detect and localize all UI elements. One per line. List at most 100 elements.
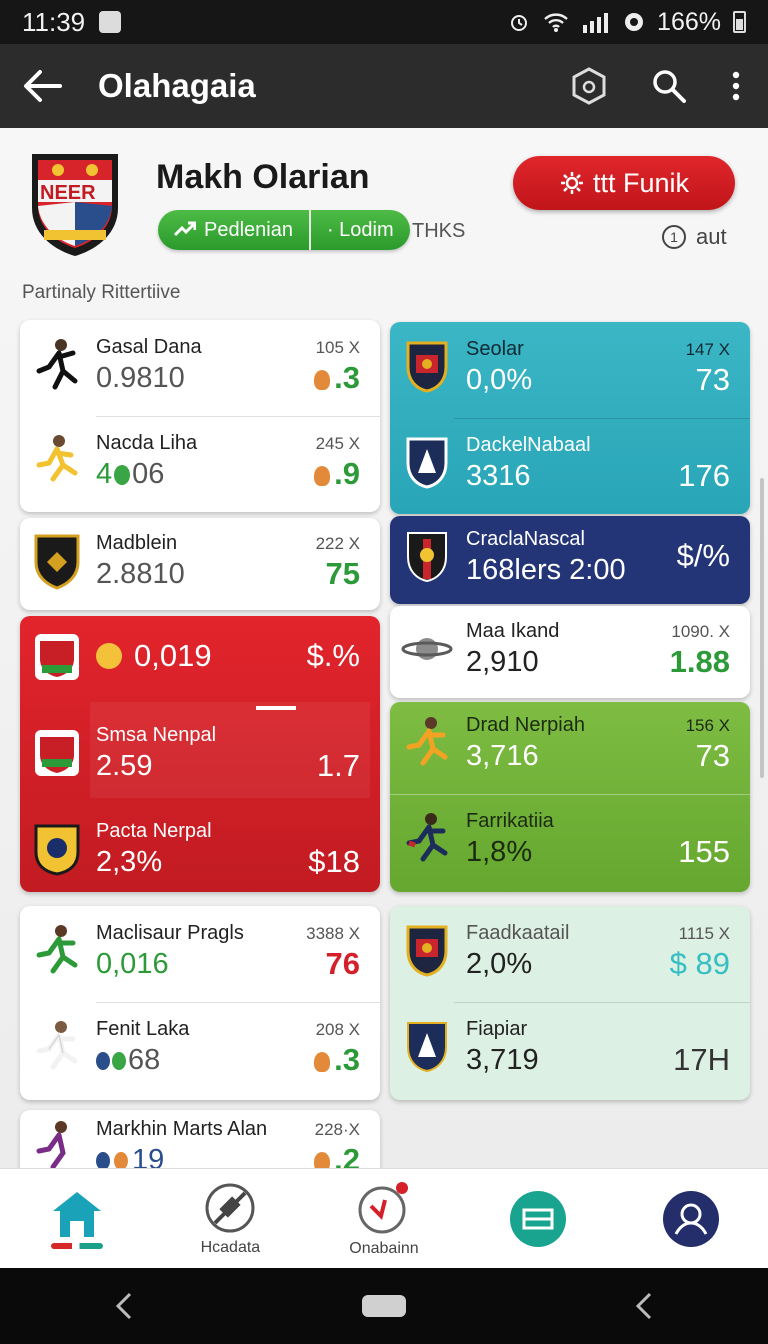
list-item[interactable]: DackelNabaal 3316 176: [390, 418, 750, 514]
team-stat: 0,0%: [466, 364, 533, 396]
player-meta: 228·X: [314, 1120, 360, 1139]
back-chevron-icon[interactable]: [114, 1291, 134, 1321]
app-bar: Olahagaia: [0, 44, 768, 128]
user-profile-icon: [663, 1190, 720, 1247]
nav-scores[interactable]: [461, 1169, 615, 1268]
team-stat: 3,716: [466, 740, 539, 772]
player-meta: 222 X: [315, 534, 360, 553]
funik-label: ttt Funik: [592, 167, 690, 198]
list-item[interactable]: Farrikatiia 1,8% 155: [390, 794, 750, 890]
shield-button[interactable]: [560, 57, 618, 115]
player-card[interactable]: Markhin Marts Alan 19 228·X .2: [20, 1110, 380, 1168]
player-card[interactable]: Gasal Dana 0.9810 105 X .3 Nacda Liha 40…: [20, 320, 380, 512]
player-runner-icon: [400, 712, 454, 774]
home-pill-icon[interactable]: [362, 1295, 406, 1317]
search-button[interactable]: [640, 57, 698, 115]
list-item[interactable]: Drad Nerpiah 3,716 156 X 73: [390, 702, 750, 794]
player-card[interactable]: Maclisaur Pragls 0,016 3388 X 76 Fenit L…: [20, 906, 380, 1100]
settings-gear-icon: [560, 172, 583, 194]
player-card[interactable]: Madblein 2.8810 222 X 75: [20, 518, 380, 610]
club-crest-icon: [400, 336, 454, 398]
player-value: .9: [314, 456, 360, 492]
player-runner-icon: [30, 334, 84, 396]
scrollbar[interactable]: [760, 478, 764, 778]
highlight-card[interactable]: 0,019 $.% Smsa Nenpal 2.59 1.7 Pacta Ner…: [20, 616, 380, 892]
team-name: Seolar: [466, 338, 524, 360]
shield-badge-icon: [314, 1052, 331, 1072]
team-card[interactable]: Faadkaatail 2,0% 1115 X $ 89 Fiapiar 3,7…: [390, 906, 750, 1100]
content-area[interactable]: NEER Makh Olarian Pedlenian · Lodim THKS…: [0, 128, 768, 1168]
pill-lodim[interactable]: · Lodim: [308, 210, 410, 250]
player-name: Nacda Liha: [96, 432, 198, 454]
info-line[interactable]: 1 aut: [662, 224, 727, 250]
back-button[interactable]: [0, 44, 84, 128]
player-value: .2: [314, 1142, 360, 1168]
divider: [454, 1002, 750, 1003]
player-meta: 105 X: [315, 338, 360, 357]
list-item[interactable]: Smsa Nenpal 2.59 1.7: [20, 708, 380, 804]
team-stat: 2,910: [466, 646, 539, 678]
nav-home[interactable]: [0, 1169, 154, 1268]
team-card[interactable]: Seolar 0,0% 147 X 73 DackelNabaal 3316 1…: [390, 322, 750, 514]
nav-onabainn[interactable]: Onabainn: [307, 1169, 461, 1268]
funik-button[interactable]: ttt Funik: [513, 156, 735, 210]
list-item[interactable]: Fenit Laka 68 208 X .3: [20, 1002, 380, 1098]
list-item[interactable]: Fiapiar 3,719 17H: [390, 1002, 750, 1098]
list-item[interactable]: Pacta Nerpal 2,3% $18: [20, 804, 380, 892]
list-item[interactable]: Faadkaatail 2,0% 1115 X $ 89: [390, 906, 750, 1002]
pill-label: · Lodim: [326, 218, 394, 241]
list-item[interactable]: 0,019 $.%: [20, 616, 380, 708]
list-item[interactable]: Maclisaur Pragls 0,016 3388 X 76: [20, 906, 380, 1002]
more-button[interactable]: [720, 57, 752, 115]
team-value: 155: [678, 834, 730, 869]
team-name: Fiapiar: [466, 1018, 528, 1040]
nav-hcadata[interactable]: Hcadata: [154, 1169, 308, 1268]
player-stat: 2.8810: [96, 558, 185, 590]
nav-profile[interactable]: [614, 1169, 768, 1268]
team-value: 176: [678, 458, 730, 493]
team-value: 73: [695, 362, 730, 397]
list-item[interactable]: Gasal Dana 0.9810 105 X .3: [20, 320, 380, 416]
list-item[interactable]: Madblein 2.8810 222 X 75: [20, 518, 380, 610]
team-name: Makh Olarian: [156, 158, 370, 196]
pill-pedlenian[interactable]: Pedlenian: [158, 210, 309, 250]
team-value: 1.88: [669, 644, 730, 679]
more-vertical-icon: [732, 71, 740, 101]
list-item[interactable]: CraclaNascal 168lers 2:00 $/%: [390, 516, 750, 604]
team-stat: 3316: [466, 460, 531, 492]
planet-icon: [400, 618, 454, 680]
team-stat: 1,8%: [466, 836, 533, 868]
battery-icon: [733, 11, 746, 33]
team-meta: 147 X: [685, 340, 730, 359]
divider: [454, 418, 750, 419]
divider: [390, 794, 750, 795]
player-name: Madblein: [96, 532, 178, 554]
player-value: .3: [314, 360, 360, 396]
team-card[interactable]: Maa Ikand 2,910 1090. X 1.88: [390, 606, 750, 698]
list-item[interactable]: Nacda Liha 4 06 245 X .9: [20, 416, 380, 512]
team-meta: 1115 X: [678, 924, 730, 943]
hexagon-shield-icon: [572, 67, 606, 105]
club-crest-icon: [400, 526, 454, 588]
team-name: CraclaNascal: [466, 528, 585, 550]
team-value: $ 89: [669, 946, 730, 981]
team-card[interactable]: CraclaNascal 168lers 2:00 $/%: [390, 516, 750, 604]
shield-badge-icon: [314, 370, 331, 390]
status-bar: 11:39 166%: [0, 0, 768, 44]
recents-chevron-icon[interactable]: [634, 1291, 654, 1321]
crest-text: NEER: [40, 182, 96, 204]
ball-stat: 0,019: [96, 638, 212, 674]
ball-icon: [96, 643, 122, 669]
status-time: 11:39: [22, 6, 86, 37]
club-crest-icon: [400, 432, 454, 494]
team-card[interactable]: Drad Nerpiah 3,716 156 X 73 Farrikatiia …: [390, 702, 750, 892]
club-crest-icon: [400, 1016, 454, 1078]
list-item[interactable]: Seolar 0,0% 147 X 73: [390, 322, 750, 418]
list-item[interactable]: Maa Ikand 2,910 1090. X 1.88: [390, 606, 750, 698]
team-name: Farrikatiia: [466, 810, 554, 832]
no-sports-icon: [205, 1183, 255, 1232]
nav-label: Onabainn: [349, 1239, 419, 1257]
player-runner-icon: [30, 430, 84, 492]
player-value: 1.7: [316, 748, 360, 783]
list-item[interactable]: Markhin Marts Alan 19 228·X .2: [20, 1110, 380, 1168]
